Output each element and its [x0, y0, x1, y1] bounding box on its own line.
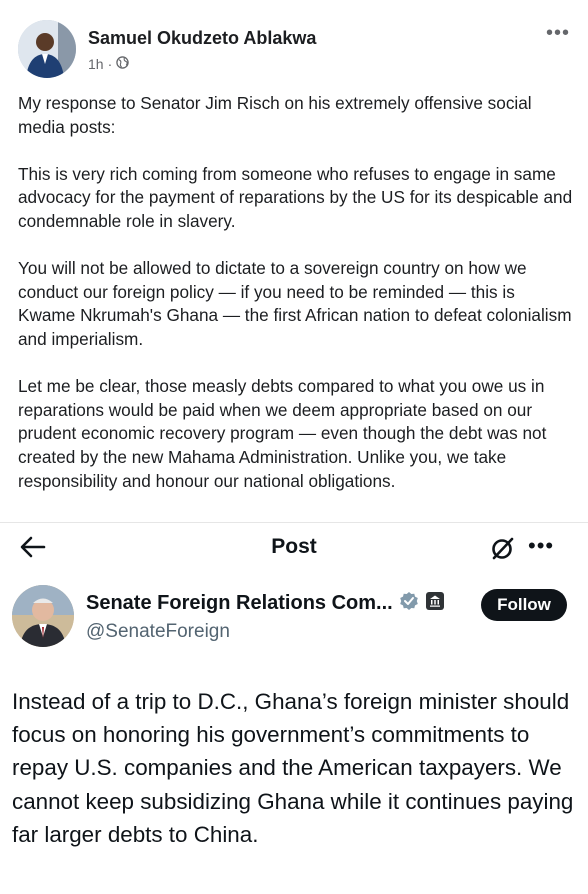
post-body: My response to Senator Jim Risch on his … — [18, 92, 574, 517]
government-label-icon — [425, 591, 445, 616]
account-avatar[interactable] — [12, 585, 74, 647]
post-time[interactable]: 1h — [88, 56, 104, 72]
meta-separator: · — [107, 56, 113, 72]
post-text: Instead of a trip to D.C., Ghana’s forei… — [12, 689, 574, 847]
post-paragraph: You will not be allowed to dictate to a … — [18, 258, 572, 349]
facebook-post: Samuel Okudzeto Ablakwa 1h · ••• My resp… — [0, 0, 588, 522]
more-icon[interactable]: ••• — [546, 22, 570, 45]
x-post: Post ••• Senate Foreign Relations Com...… — [0, 522, 588, 894]
account-name[interactable]: Senate Foreign Relations Com... — [86, 592, 393, 615]
globe-icon — [116, 56, 129, 72]
author-name[interactable]: Samuel Okudzeto Ablakwa — [88, 28, 316, 49]
verified-badge-icon — [399, 591, 419, 616]
post-paragraph: Let me be clear, those measly debts comp… — [18, 376, 547, 491]
account-handle[interactable]: @SenateForeign — [86, 621, 230, 643]
grok-icon[interactable] — [490, 535, 516, 561]
post-paragraph: My response to Senator Jim Risch on his … — [18, 93, 532, 137]
post-meta: 1h · — [88, 56, 129, 72]
account-name-row: Senate Foreign Relations Com... — [86, 591, 445, 616]
author-avatar[interactable] — [18, 20, 76, 78]
follow-button[interactable]: Follow — [481, 589, 567, 621]
more-icon[interactable]: ••• — [528, 535, 554, 557]
post-paragraph: This is very rich coming from someone wh… — [18, 163, 573, 231]
